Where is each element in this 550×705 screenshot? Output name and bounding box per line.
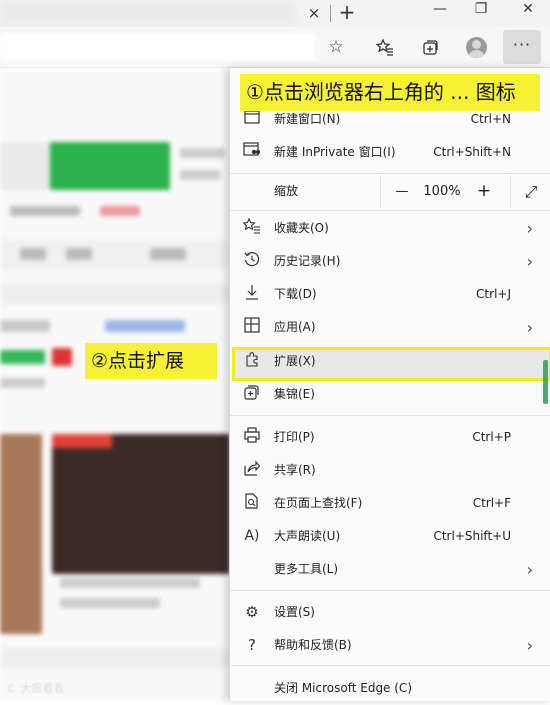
- menu-item-find-on-page[interactable]: 在页面上查找(F) Ctrl+F: [230, 487, 550, 520]
- menu-item-read-aloud[interactable]: A) 大声朗读(U) Ctrl+Shift+U: [230, 520, 550, 553]
- chevron-right-icon: ›: [526, 219, 533, 238]
- gear-icon: ⚙: [245, 603, 259, 621]
- menu-label: 打印(P): [274, 430, 315, 444]
- menu-label: 帮助和反馈(B): [274, 638, 352, 652]
- menu-item-more-tools[interactable]: 更多工具(L) ›: [230, 553, 550, 586]
- menu-label: 关闭 Microsoft Edge (C): [274, 681, 412, 695]
- zoom-separator: [380, 175, 381, 208]
- menu-label: 历史记录(H): [274, 254, 341, 268]
- menu-divider: [230, 173, 550, 174]
- menu-item-downloads[interactable]: 下载(D) Ctrl+J: [230, 278, 550, 311]
- history-icon: [242, 251, 262, 271]
- menu-item-help[interactable]: ? 帮助和反馈(B) ›: [230, 629, 550, 662]
- settings-and-more-menu: 新建窗口(N) Ctrl+N 新建 InPrivate 窗口(I) Ctrl+S…: [229, 68, 550, 701]
- menu-label: 下载(D): [274, 287, 317, 301]
- menu-item-share[interactable]: 共享(R): [230, 454, 550, 487]
- menu-shortcut: Ctrl+J: [476, 287, 511, 301]
- menu-label: 设置(S): [274, 605, 315, 619]
- menu-label: 应用(A): [274, 320, 316, 334]
- menu-label: 扩展(X): [274, 354, 316, 368]
- question-mark-icon: ?: [248, 636, 256, 654]
- read-aloud-icon: A): [244, 528, 260, 544]
- watermark-text: © 大眼看看: [6, 682, 65, 695]
- tab-separator: [330, 5, 331, 22]
- page-scrollbar[interactable]: [543, 360, 548, 404]
- favorites-icon: [242, 217, 262, 238]
- new-tab-button[interactable]: +: [336, 0, 358, 25]
- zoom-level: 100%: [423, 184, 461, 199]
- close-window-button[interactable]: ✕: [508, 0, 548, 20]
- printer-icon: [242, 427, 262, 447]
- more-options-button[interactable]: ···: [503, 30, 541, 64]
- zoom-out-button[interactable]: —: [388, 175, 416, 208]
- restore-button[interactable]: ❐: [461, 0, 501, 20]
- find-on-page-icon: [242, 493, 262, 513]
- collections-icon[interactable]: [416, 33, 444, 61]
- favorite-star-icon[interactable]: ☆: [322, 33, 350, 61]
- menu-item-favorites[interactable]: 收藏夹(O) ›: [230, 212, 550, 245]
- minimize-button[interactable]: —: [420, 0, 460, 20]
- download-icon: [242, 284, 262, 304]
- window-icon: [242, 109, 262, 129]
- menu-item-history[interactable]: 历史记录(H) ›: [230, 245, 550, 278]
- chevron-right-icon: ›: [526, 252, 533, 271]
- menu-shortcut: Ctrl+Shift+U: [433, 529, 511, 543]
- menu-divider: [230, 415, 550, 416]
- menu-divider: [230, 210, 550, 211]
- browser-toolbar: ☆ ···: [0, 27, 550, 68]
- menu-shortcut: Ctrl+Shift+N: [433, 145, 511, 159]
- blurred-webpage: [0, 68, 230, 701]
- zoom-in-button[interactable]: +: [470, 175, 498, 208]
- step2-callout: ②点击扩展: [85, 343, 217, 379]
- inprivate-window-icon: [242, 142, 262, 162]
- collections-icon: [242, 384, 262, 404]
- blurred-tab: [0, 0, 295, 27]
- menu-label: 在页面上查找(F): [274, 496, 363, 510]
- menu-item-print[interactable]: 打印(P) Ctrl+P: [230, 421, 550, 454]
- zoom-label: 缩放: [274, 184, 299, 198]
- menu-item-zoom: 缩放 — 100% + ⤢: [230, 175, 550, 208]
- menu-item-close-edge[interactable]: 关闭 Microsoft Edge (C): [230, 672, 550, 705]
- zoom-separator: [510, 175, 511, 208]
- chevron-right-icon: ›: [526, 318, 533, 337]
- fullscreen-icon[interactable]: ⤢: [516, 175, 546, 208]
- menu-shortcut: Ctrl+F: [472, 496, 511, 510]
- tab-close-button[interactable]: ×: [305, 3, 323, 23]
- menu-label: 更多工具(L): [274, 562, 339, 576]
- menu-divider: [230, 665, 550, 666]
- menu-label: 集锦(E): [274, 387, 315, 401]
- menu-item-settings[interactable]: ⚙ 设置(S): [230, 596, 550, 629]
- apps-icon: [242, 317, 262, 337]
- chevron-right-icon: ›: [526, 636, 533, 655]
- menu-label: 共享(R): [274, 463, 316, 477]
- favorites-list-icon[interactable]: [371, 33, 399, 61]
- menu-label: 收藏夹(O): [274, 221, 329, 235]
- chevron-right-icon: ›: [526, 560, 533, 579]
- menu-item-collections[interactable]: 集锦(E): [230, 378, 550, 411]
- menu-item-extensions[interactable]: 扩展(X): [230, 345, 550, 378]
- share-icon: [242, 460, 262, 480]
- step1-callout: ①点击浏览器右上角的 ... 图标: [240, 74, 540, 111]
- menu-divider: [230, 590, 550, 591]
- menu-shortcut: Ctrl+P: [472, 430, 511, 444]
- menu-label: 新建 InPrivate 窗口(I): [274, 145, 396, 159]
- address-bar[interactable]: [0, 33, 315, 61]
- puzzle-piece-icon: [242, 351, 262, 371]
- title-bar: × + — ❐ ✕: [0, 0, 550, 27]
- menu-item-apps[interactable]: 应用(A) ›: [230, 311, 550, 344]
- menu-label: 大声朗读(U): [274, 529, 341, 543]
- profile-avatar[interactable]: [466, 37, 487, 58]
- menu-item-new-inprivate[interactable]: 新建 InPrivate 窗口(I) Ctrl+Shift+N: [230, 136, 550, 169]
